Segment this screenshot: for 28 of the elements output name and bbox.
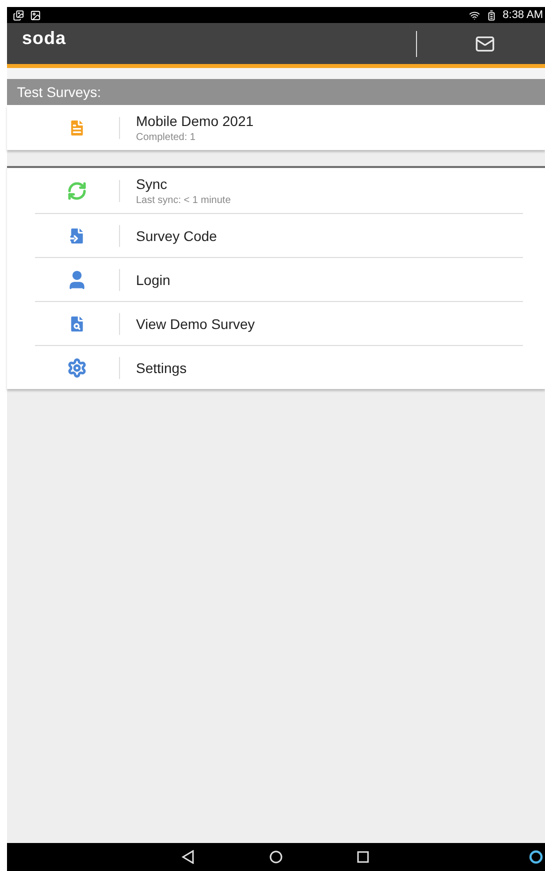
- menu-item[interactable]: Settings: [35, 346, 523, 389]
- menu-item[interactable]: View Demo Survey: [35, 302, 523, 346]
- home-button[interactable]: [269, 850, 283, 864]
- survey-item[interactable]: Mobile Demo 2021 Completed: 1: [35, 105, 523, 150]
- settings-icon: [67, 358, 87, 378]
- wifi-icon: [468, 10, 480, 20]
- sync-icon: [67, 180, 87, 200]
- back-button[interactable]: [181, 850, 195, 864]
- item-title: Login: [136, 272, 170, 288]
- menu-item[interactable]: Sync Last sync: < 1 minute: [35, 168, 523, 214]
- assistant-button[interactable]: [529, 850, 543, 864]
- app-logo: soda: [22, 28, 66, 49]
- battery-icon: [486, 10, 497, 20]
- item-title: Survey Code: [136, 228, 217, 244]
- status-time: 8:38 AM: [502, 9, 543, 21]
- image-icon: [30, 10, 41, 20]
- recents-button[interactable]: [357, 851, 369, 863]
- item-subtitle: Completed: 1: [136, 132, 196, 142]
- menu-item[interactable]: Login: [35, 258, 523, 302]
- mail-button[interactable]: [475, 34, 495, 54]
- item-title: View Demo Survey: [136, 316, 255, 332]
- item-title: Settings: [136, 360, 187, 376]
- section-title: Test Surveys:: [17, 84, 102, 100]
- notification-icon: [13, 10, 24, 20]
- item-subtitle: Last sync: < 1 minute: [136, 194, 231, 206]
- menu-item[interactable]: Survey Code: [35, 214, 523, 258]
- item-title: Sync: [136, 176, 168, 192]
- item-title: Mobile Demo 2021: [136, 112, 254, 128]
